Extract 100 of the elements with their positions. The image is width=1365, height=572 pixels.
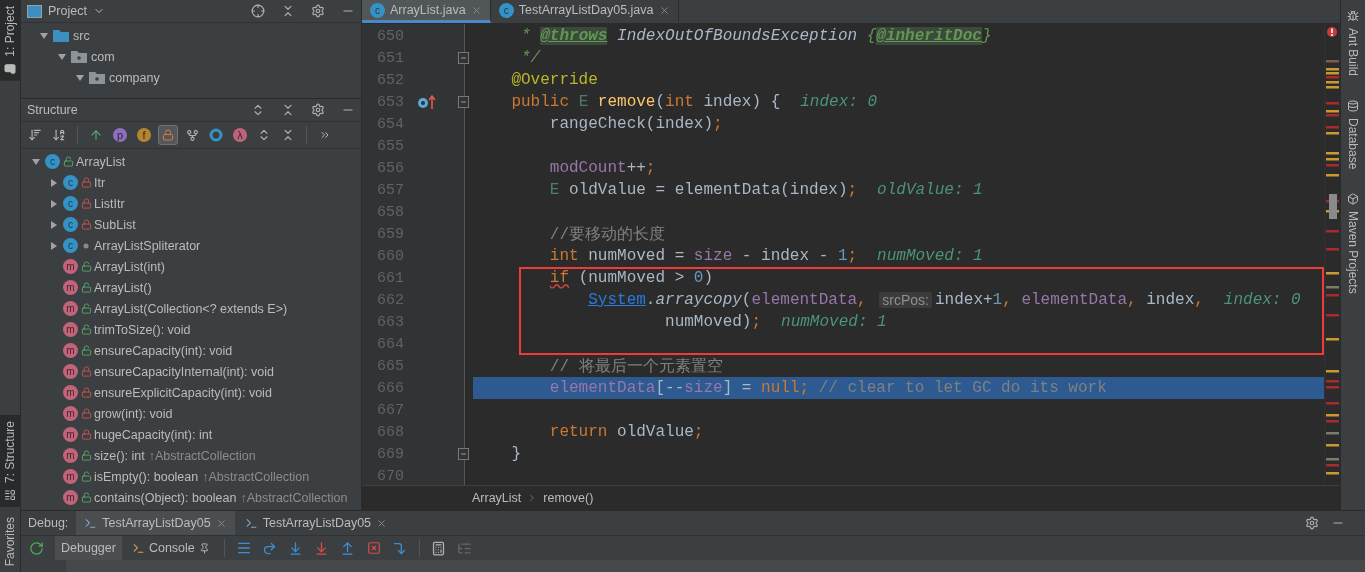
tool-window-tab[interactable]: Favorites	[0, 510, 20, 572]
locate-icon[interactable]	[251, 4, 265, 18]
tree-item[interactable]: ArrayListSpliterator	[94, 238, 201, 253]
class-icon: c	[63, 217, 78, 232]
tree-item[interactable]: isEmpty(): boolean	[94, 469, 199, 484]
double-chevron-icon	[319, 129, 331, 141]
close-icon[interactable]	[215, 517, 227, 529]
pin-icon	[198, 542, 210, 554]
method-icon: m	[63, 469, 78, 484]
tree-item[interactable]: ListItr	[94, 196, 125, 211]
editor-tab[interactable]: c TestArrayListDay05.java	[490, 0, 679, 23]
expanded-arrow-icon[interactable]	[75, 72, 85, 83]
tree-item[interactable]: company	[109, 70, 160, 85]
settings-icon[interactable]	[311, 4, 325, 18]
tree-item[interactable]: trimToSize(): void	[94, 322, 191, 337]
code-text: modCount++;	[548, 159, 656, 177]
code-text: // 将最后一个元素置空	[548, 356, 723, 377]
tree-item[interactable]: Itr	[94, 175, 106, 190]
fold-marker-icon[interactable]	[458, 52, 469, 64]
panel-title[interactable]: Project	[48, 4, 87, 18]
panel-title: Structure	[27, 103, 78, 117]
collapsed-arrow-icon[interactable]	[49, 198, 59, 209]
collapsed-arrow-icon[interactable]	[49, 240, 59, 251]
code-text: elementData[--size] = null; // clear to let GC do its work	[548, 379, 1107, 397]
fold-marker-icon[interactable]	[458, 96, 469, 108]
lines-icon	[235, 540, 252, 556]
code-text: * @throws IndexOutOfBoundsException {@inheritDoc}	[520, 27, 992, 45]
code-text: //要移动的长度	[548, 224, 665, 245]
editor-tab[interactable]: c ArrayList.java	[362, 0, 491, 23]
method-icon: m	[63, 448, 78, 463]
tree-item[interactable]: ArrayList(int)	[94, 259, 165, 274]
method-icon: m	[63, 385, 78, 400]
drop-frame-icon	[366, 541, 381, 555]
tree-item[interactable]: src	[73, 28, 90, 43]
debug-session-tab[interactable]: TestArrayListDay05	[76, 511, 235, 535]
code-text: @Override	[510, 71, 598, 89]
debug-view-tab[interactable]: Console	[125, 536, 216, 560]
settings-icon[interactable]	[311, 103, 325, 117]
expanded-arrow-icon[interactable]	[31, 156, 41, 167]
tree-item[interactable]: SubList	[94, 217, 136, 232]
code-text: }	[510, 445, 521, 463]
inherited-from-label: ↑AbstractCollection	[202, 469, 310, 484]
collapse-icon	[281, 128, 295, 142]
method-icon: m	[63, 364, 78, 379]
code-text: int numMoved = size - index - 1;	[548, 247, 858, 265]
inherited-from-label: ↑AbstractCollection	[240, 490, 348, 505]
method-icon: m	[63, 322, 78, 337]
fold-marker-icon[interactable]	[458, 448, 469, 460]
close-icon[interactable]	[470, 4, 482, 16]
collapse-icon[interactable]	[281, 103, 295, 117]
parameter-hint: srcPos:	[879, 292, 932, 308]
calculator-icon	[431, 540, 447, 556]
tree-item[interactable]: com	[91, 49, 115, 64]
tool-window-tab[interactable]: 7: Structure	[0, 414, 20, 507]
breadcrumb-item[interactable]: ArrayList	[472, 491, 522, 505]
debug-view-tab[interactable]: Debugger	[55, 536, 122, 560]
tree-item[interactable]: grow(int): void	[94, 406, 173, 421]
tool-window-tab[interactable]: Ant Build	[1344, 4, 1362, 83]
step-over-icon	[262, 540, 278, 556]
tree-item[interactable]: ArrayList	[76, 154, 126, 169]
debug-session-tab[interactable]: TestArrayListDay05	[236, 511, 396, 535]
tool-window-tab[interactable]: Maven Projects	[1344, 187, 1362, 301]
code-text: return oldValue;	[548, 423, 704, 441]
code-editor[interactable]	[362, 24, 1324, 485]
tree-item[interactable]: size(): int	[94, 448, 145, 463]
tree-item[interactable]: ensureExplicitCapacity(int): void	[94, 385, 272, 400]
code-text: rangeCheck(index);	[548, 115, 723, 133]
settings-icon[interactable]	[1305, 516, 1319, 530]
tree-item[interactable]: hugeCapacity(int): int	[94, 427, 213, 442]
close-icon[interactable]	[376, 517, 388, 529]
filter-button[interactable]: f	[134, 125, 154, 145]
method-icon: m	[63, 280, 78, 295]
tool-window-tab[interactable]: Database	[1344, 94, 1362, 176]
expanded-arrow-icon[interactable]	[39, 30, 49, 41]
tree-item[interactable]: ArrayList(Collection<? extends E>)	[94, 301, 288, 316]
close-icon[interactable]	[658, 4, 670, 16]
tool-window-tab[interactable]: 1: Project	[0, 0, 20, 81]
inline-value-hint: numMoved: 1	[877, 247, 983, 265]
code-text: public E remove(int index) {	[510, 93, 781, 111]
filter-button[interactable]: p	[110, 125, 130, 145]
bug-icon	[1347, 10, 1359, 22]
breadcrumb-item[interactable]: remove()	[543, 491, 594, 505]
console-icon	[131, 541, 145, 555]
inherited-from-label: ↑AbstractCollection	[148, 448, 256, 463]
method-icon: m	[63, 427, 78, 442]
collapsed-arrow-icon[interactable]	[49, 219, 59, 230]
expanded-arrow-icon[interactable]	[57, 51, 67, 62]
tree-item[interactable]: ensureCapacityInternal(int): void	[94, 364, 274, 379]
tree-item[interactable]: ensureCapacity(int): void	[94, 343, 233, 358]
tree-item[interactable]: ArrayList()	[94, 280, 152, 295]
collapse-icon[interactable]	[281, 4, 295, 18]
tree-item[interactable]: contains(Object): boolean	[94, 490, 237, 505]
window-icon	[27, 4, 42, 18]
override-marker-icon[interactable]	[416, 94, 438, 110]
code-text: index+1, elementData, index,	[935, 291, 1204, 309]
show-non-public-button[interactable]	[158, 125, 178, 145]
code-text: System.arraycopy(elementData,	[587, 291, 868, 309]
collapsed-arrow-icon[interactable]	[49, 177, 59, 188]
folder-icon	[4, 62, 16, 75]
filter-button[interactable]: λ	[230, 125, 250, 145]
